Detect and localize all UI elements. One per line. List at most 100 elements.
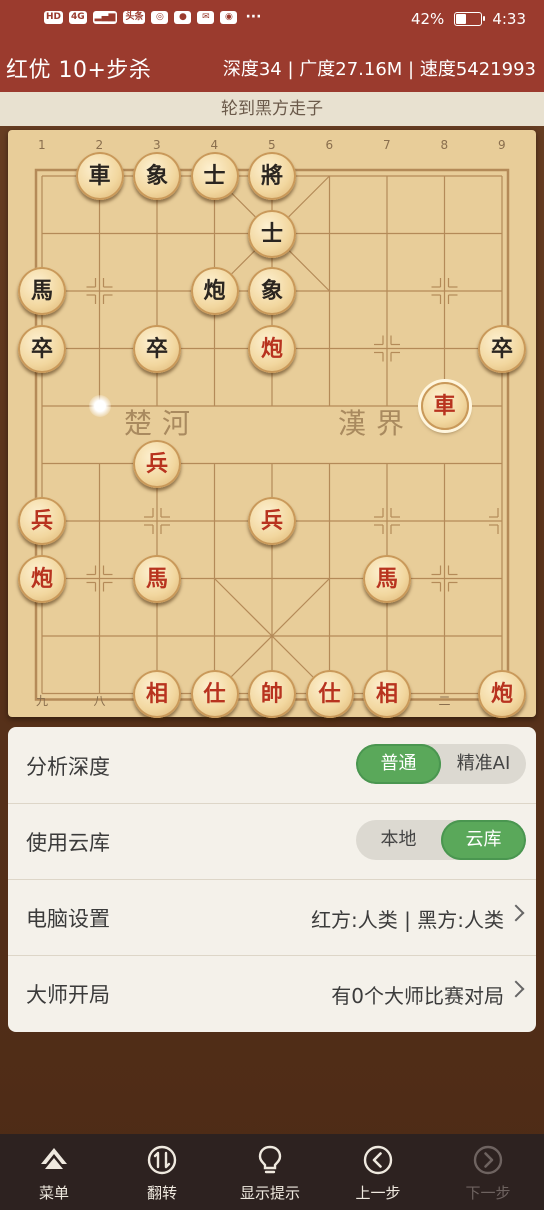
piece-char: 卒 (145, 335, 168, 362)
piece-char: 兵 (260, 508, 283, 534)
toutiao-icon: 头条 (123, 11, 146, 24)
previous-move-button[interactable]: 上一步 (324, 1134, 432, 1210)
file-number-top: 7 (383, 138, 391, 152)
file-number-bottom: 二 (438, 694, 451, 708)
menu-button[interactable]: 菜单 (0, 1134, 108, 1210)
clock: 4:33 (492, 10, 526, 28)
flip-icon (147, 1145, 177, 1175)
red-piece[interactable]: 兵 (18, 497, 66, 545)
piece-char: 馬 (145, 565, 168, 592)
mail-icon: ✉ (197, 11, 215, 24)
piece-char: 車 (88, 163, 111, 189)
app-header: 红优 10+步杀 深度34 | 广度27.16M | 速度5421993 (0, 40, 544, 92)
red-piece[interactable]: 帥 (248, 669, 296, 718)
red-piece[interactable]: 炮 (478, 669, 526, 718)
chevron-right-icon (507, 980, 525, 998)
file-number-bottom: 八 (93, 694, 106, 708)
red-piece[interactable]: 炮 (248, 324, 296, 373)
black-piece[interactable]: 卒 (18, 324, 66, 373)
red-piece[interactable]: 仕 (190, 669, 239, 718)
piece-char: 仕 (318, 680, 341, 707)
black-piece[interactable]: 士 (248, 209, 296, 258)
bottom-nav: 菜单 翻转 显示提示 上一步 下一步 (0, 1134, 544, 1210)
piece-char: 車 (433, 393, 456, 419)
computer-settings-row[interactable]: 电脑设置 红方:人类 | 黑方:人类 (8, 879, 536, 956)
depth-precise-ai-option[interactable]: 精准AI (441, 744, 526, 784)
piece-char: 兵 (145, 450, 168, 477)
cloud-library-row: 使用云库 本地 云库 (8, 803, 536, 880)
cloud-cloud-option[interactable]: 云库 (441, 820, 526, 860)
red-piece[interactable]: 馬 (133, 554, 181, 603)
piece-char: 象 (145, 163, 168, 189)
black-piece[interactable]: 卒 (133, 324, 181, 373)
file-number-top: 1 (38, 138, 46, 152)
black-piece[interactable]: 車 (75, 152, 124, 200)
red-piece[interactable]: 馬 (363, 554, 411, 603)
piece-char: 帥 (260, 680, 283, 707)
piece-char: 卒 (30, 335, 53, 362)
analysis-depth-toggle[interactable]: 普通 精准AI (356, 744, 526, 784)
puzzle-title: 红优 10+步杀 (6, 58, 152, 83)
chevron-right-circle-icon (473, 1145, 503, 1175)
piece-char: 兵 (30, 508, 53, 534)
menu-icon (41, 1148, 67, 1169)
flip-label: 翻转 (146, 1184, 177, 1202)
engine-stats: 深度34 | 广度27.16M | 速度5421993 (222, 59, 536, 80)
black-piece[interactable]: 象 (133, 152, 181, 200)
master-opening-value: 有0个大师比赛对局 (331, 984, 504, 1008)
battery-percent: 42% (410, 10, 445, 28)
piece-char: 馬 (375, 565, 398, 592)
red-piece[interactable]: 車 (420, 382, 469, 430)
piece-char: 馬 (30, 278, 53, 304)
master-opening-label: 大师开局 (26, 983, 110, 1007)
hint-label: 显示提示 (239, 1184, 300, 1202)
red-piece[interactable]: 相 (133, 669, 181, 718)
previous-label: 上一步 (355, 1184, 401, 1202)
black-piece[interactable]: 卒 (478, 324, 526, 373)
chess-board[interactable]: 123456789九八七六五四三二一 楚河 漢界 車象士將士馬炮象卒卒炮卒車兵兵… (8, 130, 536, 718)
black-piece[interactable]: 將 (248, 152, 296, 200)
piece-char: 象 (260, 278, 283, 304)
piece-char: 炮 (490, 680, 513, 707)
master-opening-row[interactable]: 大师开局 有0个大师比赛对局 (8, 955, 536, 1031)
next-move-button[interactable]: 下一步 (434, 1134, 542, 1210)
file-number-bottom: 九 (36, 694, 49, 708)
computer-settings-value: 红方:人类 | 黑方:人类 (311, 908, 504, 932)
show-hint-button[interactable]: 显示提示 (216, 1134, 324, 1210)
file-number-top: 2 (95, 138, 104, 152)
piece-char: 相 (145, 680, 168, 707)
chevron-right-icon (507, 904, 525, 922)
red-piece[interactable]: 兵 (133, 439, 181, 488)
network-4g-icon: 4G (69, 11, 87, 24)
file-number-top: 9 (498, 138, 506, 152)
flip-board-button[interactable]: 翻转 (108, 1134, 216, 1210)
depth-normal-option[interactable]: 普通 (356, 744, 441, 784)
piece-char: 卒 (490, 335, 513, 362)
file-number-top: 4 (210, 138, 219, 152)
black-piece[interactable]: 炮 (190, 267, 239, 315)
red-piece[interactable]: 兵 (248, 497, 296, 545)
cloud-library-toggle[interactable]: 本地 云库 (356, 820, 526, 860)
black-piece[interactable]: 象 (248, 267, 296, 315)
settings-panel: 分析深度 普通 精准AI 使用云库 本地 云库 电脑设置 红方:人类 | 黑方:… (8, 727, 536, 1032)
red-piece[interactable]: 炮 (18, 554, 66, 603)
last-move-marker (88, 395, 111, 417)
piece-char: 仕 (203, 680, 226, 707)
file-number-top: 5 (268, 138, 276, 152)
piece-char: 炮 (203, 278, 226, 304)
river-left-text: 楚河 (124, 407, 201, 440)
battery-icon (454, 12, 486, 26)
turn-indicator: 轮到黑方走子 (0, 92, 544, 126)
computer-settings-label: 电脑设置 (26, 907, 110, 931)
app-store-icon: ◉ (220, 11, 238, 24)
red-piece[interactable]: 仕 (305, 669, 354, 718)
black-piece[interactable]: 馬 (18, 267, 66, 315)
cloud-library-label: 使用云库 (26, 831, 110, 855)
status-icons: HD 4G ▂▄▆ 头条 ◎ ● ✉ ◉ ··· (44, 10, 263, 24)
red-piece[interactable]: 相 (363, 669, 411, 718)
status-bar: HD 4G ▂▄▆ 头条 ◎ ● ✉ ◉ ··· 42% 4:33 (0, 0, 544, 40)
file-number-top: 3 (153, 138, 161, 152)
cloud-local-option[interactable]: 本地 (356, 820, 441, 860)
piece-char: 炮 (260, 335, 283, 362)
black-piece[interactable]: 士 (190, 152, 239, 200)
